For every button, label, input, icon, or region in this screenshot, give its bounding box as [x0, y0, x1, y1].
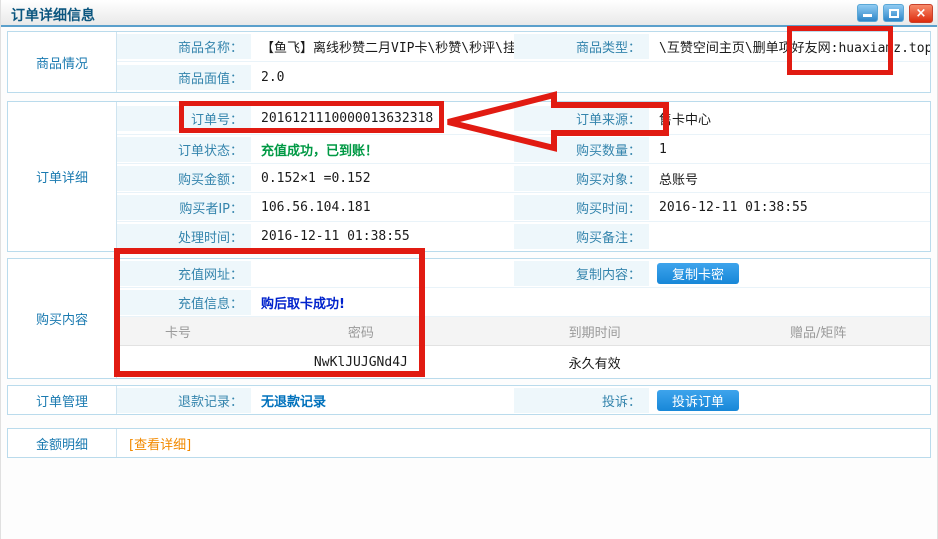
row-recharge-info: 充值信息： 购后取卡成功!: [117, 288, 930, 317]
product-type-value: \互赞空间主页\删单项好友网:huaxiamz.top(17517: [649, 37, 930, 56]
recharge-info-label: 充值信息：: [117, 290, 251, 315]
row-product-face-value: 商品面值： 2.0: [117, 62, 930, 92]
maximize-icon: [889, 9, 899, 18]
order-source-value: 售卡中心: [649, 109, 930, 128]
buy-target-label: 购买对象：: [514, 166, 649, 191]
product-type-label: 商品类型：: [514, 34, 649, 59]
card-header-number: 卡号: [117, 322, 239, 341]
section-order-title: 订单详细: [8, 102, 117, 251]
product-face-value: 2.0: [251, 70, 514, 85]
order-source-label: 订单来源：: [514, 106, 649, 131]
section-order-manage: 订单管理 退款记录： 无退款记录 投诉： 投诉订单: [7, 385, 931, 415]
close-button[interactable]: ×: [909, 4, 933, 23]
row-process-time: 处理时间： 2016-12-11 01:38:55 购买备注：: [117, 222, 930, 251]
product-face-label: 商品面值：: [117, 65, 251, 90]
buyer-ip-value: 106.56.104.181: [251, 200, 514, 215]
process-time-label: 处理时间：: [117, 224, 251, 249]
row-buyer-ip: 购买者IP： 106.56.104.181 购买时间： 2016-12-11 0…: [117, 193, 930, 222]
titlebar: 订单详细信息 ×: [1, 0, 937, 27]
product-name-label: 商品名称：: [117, 34, 251, 59]
minimize-icon: [863, 14, 872, 17]
row-refund: 退款记录： 无退款记录 投诉： 投诉订单: [117, 386, 930, 414]
minimize-button[interactable]: [857, 4, 878, 22]
row-order-status: 订单状态： 充值成功，已到账！ 购买数量： 1: [117, 135, 930, 164]
section-order-detail: 订单详细 订单号： 2016121110000013632318 订单来源： 售…: [7, 101, 931, 252]
card-expiry-value: 永久有效: [483, 353, 707, 372]
recharge-url-label: 充值网址：: [117, 261, 251, 286]
recharge-info-value: 购后取卡成功!: [251, 293, 514, 312]
copy-card-secret-button[interactable]: 复制卡密: [657, 263, 739, 284]
buy-amount-value: 0.152×1 =0.152: [251, 171, 514, 186]
process-time-value: 2016-12-11 01:38:55: [251, 229, 514, 244]
card-header-expiry: 到期时间: [483, 322, 707, 341]
card-table-header: 卡号 密码 到期时间 赠品/矩阵: [117, 317, 930, 346]
row-amount-detail: [查看详细]: [117, 429, 930, 457]
product-name-value: 【鱼飞】离线秒赞二月VIP卡\秒赞\秒评\挂排: [251, 37, 514, 56]
card-header-bonus: 赠品/矩阵: [706, 322, 930, 341]
order-status-label: 订单状态：: [117, 137, 251, 162]
window-controls: ×: [857, 4, 933, 23]
buy-amount-label: 购买金额：: [117, 166, 251, 191]
order-number-value: 2016121110000013632318: [251, 111, 514, 126]
view-detail-link[interactable]: [查看详细]: [117, 434, 930, 453]
section-amount-title: 金额明细: [8, 429, 117, 457]
row-buy-amount: 购买金额： 0.152×1 =0.152 购买对象： 总账号: [117, 164, 930, 193]
row-order-number: 订单号： 2016121110000013632318 订单来源： 售卡中心: [117, 102, 930, 135]
row-product-name-type: 商品名称： 【鱼飞】离线秒赞二月VIP卡\秒赞\秒评\挂排 商品类型： \互赞空…: [117, 32, 930, 62]
section-product-title: 商品情况: [8, 32, 117, 92]
order-status-value: 充值成功，已到账！: [251, 140, 514, 159]
buyer-ip-label: 购买者IP：: [117, 195, 251, 220]
buy-quantity-value: 1: [649, 142, 930, 157]
section-product-info: 商品情况 商品名称： 【鱼飞】离线秒赞二月VIP卡\秒赞\秒评\挂排 商品类型：…: [7, 31, 931, 93]
row-recharge-url: 充值网址： 复制内容： 复制卡密: [117, 259, 930, 288]
order-number-label: 订单号：: [117, 106, 251, 131]
refund-record-label: 退款记录：: [117, 388, 251, 413]
order-detail-dialog: 订单详细信息 × 商品情况 商品名称： 【鱼飞】离线秒赞二月VIP卡\秒赞\秒评…: [0, 0, 938, 539]
maximize-button[interactable]: [883, 4, 904, 22]
refund-record-value: 无退款记录: [251, 391, 514, 410]
copy-content-label: 复制内容：: [514, 261, 649, 286]
buy-quantity-label: 购买数量：: [514, 137, 649, 162]
complain-order-button[interactable]: 投诉订单: [657, 390, 739, 411]
close-icon: ×: [916, 6, 927, 21]
buy-target-value: 总账号: [649, 169, 930, 188]
page-title: 订单详细信息: [11, 5, 95, 25]
buy-time-label: 购买时间：: [514, 195, 649, 220]
card-header-password: 密码: [239, 322, 483, 341]
section-manage-title: 订单管理: [8, 386, 117, 414]
section-amount-detail: 金额明细 [查看详细]: [7, 428, 931, 458]
card-password-value: NwKlJUJGNd4J: [239, 355, 483, 370]
section-content-title: 购买内容: [8, 259, 117, 378]
complaint-label: 投诉：: [514, 388, 649, 413]
section-purchase-content: 购买内容 充值网址： 复制内容： 复制卡密 充值信息： 购后取卡成功! 卡号 密…: [7, 258, 931, 379]
buy-remark-label: 购买备注：: [514, 224, 649, 249]
buy-time-value: 2016-12-11 01:38:55: [649, 200, 930, 215]
card-table-row: NwKlJUJGNd4J 永久有效: [117, 346, 930, 378]
